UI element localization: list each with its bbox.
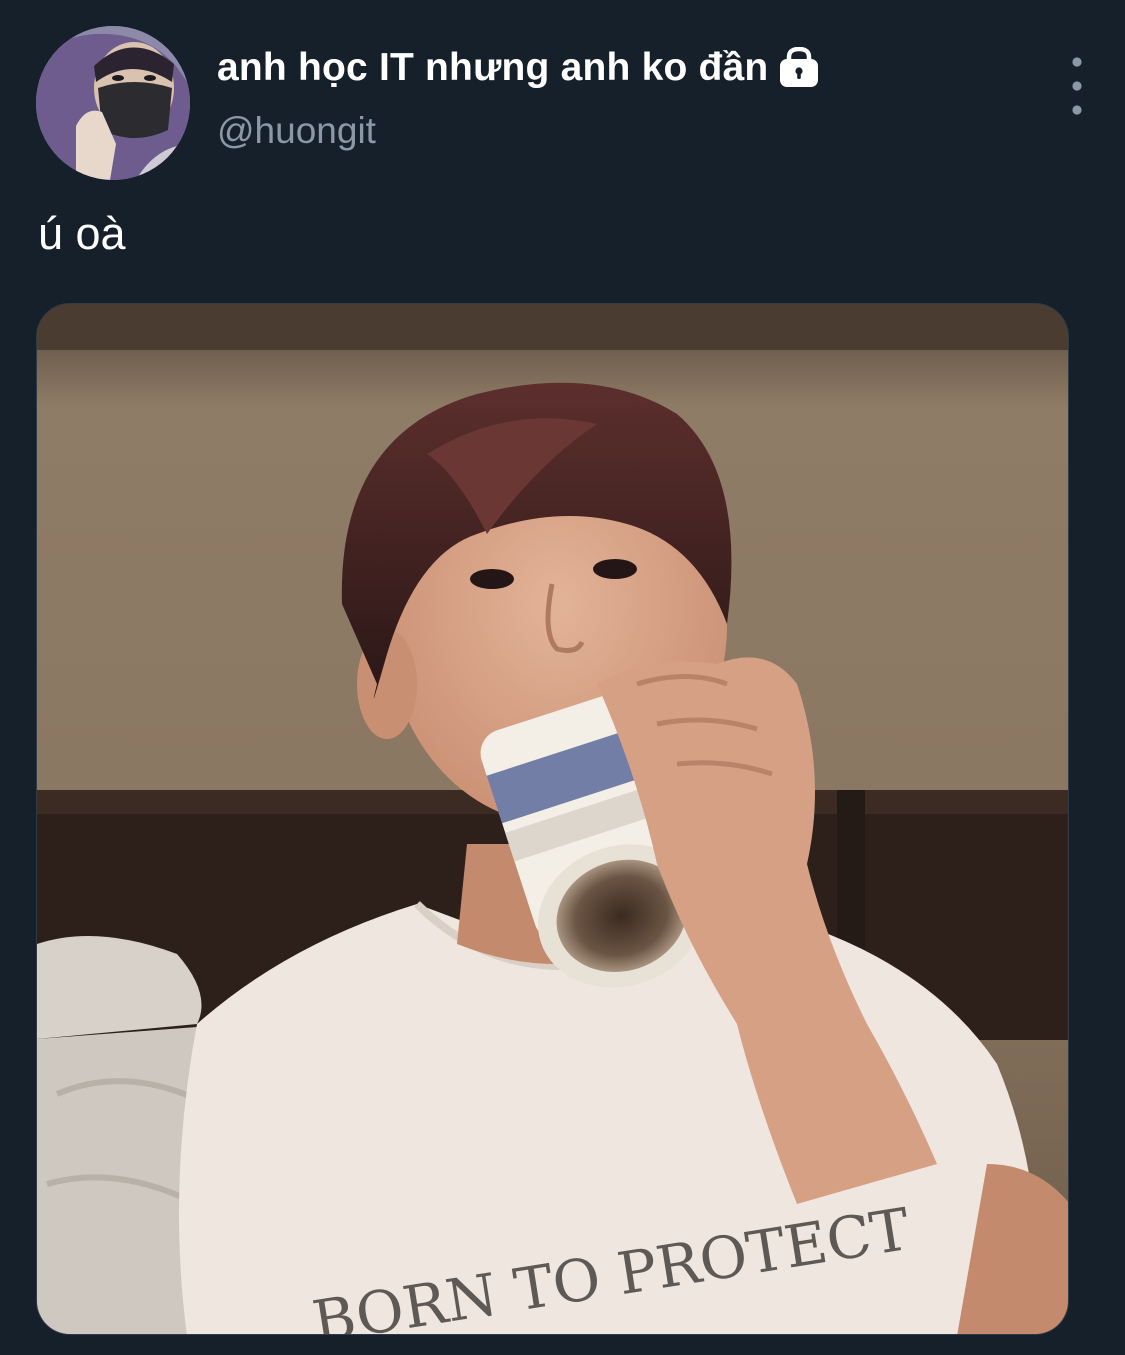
tweet: anh học IT nhưng anh ko đần @huongit ú o… xyxy=(0,0,1125,1355)
display-name[interactable]: anh học IT nhưng anh ko đần xyxy=(217,46,768,90)
author-names: anh học IT nhưng anh ko đần @huongit xyxy=(217,40,820,152)
avatar-photo xyxy=(36,26,190,180)
display-name-row: anh học IT nhưng anh ko đần xyxy=(217,40,820,96)
avatar[interactable] xyxy=(36,26,190,180)
lock-icon xyxy=(778,46,820,89)
tweet-photo[interactable]: BORN TO PROTECT xyxy=(36,303,1069,1335)
tweet-header: anh học IT nhưng anh ko đần @huongit xyxy=(36,26,1091,182)
more-vertical-icon[interactable] xyxy=(1051,52,1091,124)
author-handle[interactable]: @huongit xyxy=(217,110,820,152)
tweet-text: ú oà xyxy=(38,208,126,259)
photo-illustration: BORN TO PROTECT xyxy=(37,304,1068,1334)
